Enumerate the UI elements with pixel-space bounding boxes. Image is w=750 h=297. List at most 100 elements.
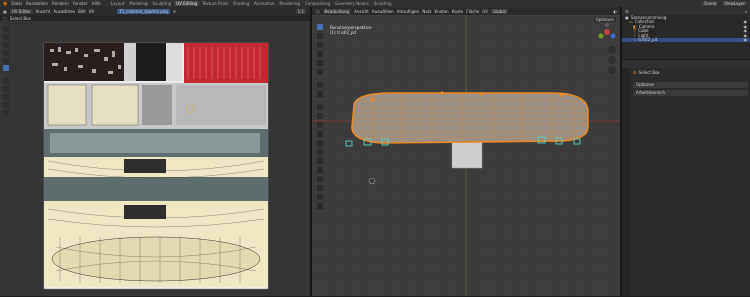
workspace-tab[interactable]: Sculpting xyxy=(151,1,174,6)
uv-menu: Ansicht Auswählen Bild UV xyxy=(36,9,95,14)
visibility-eye-icon[interactable]: ◉ xyxy=(744,37,748,42)
interaction-mode-selector[interactable]: Bearbeitung xyxy=(322,8,352,14)
viewport-menu-item[interactable]: Netz xyxy=(422,9,431,14)
navigation-gizmo[interactable] xyxy=(596,22,618,46)
main-menu: Datei Bearbeiten Rendern Fenster Hilfe xyxy=(11,1,100,6)
shading-icon[interactable]: ◐ xyxy=(614,9,618,14)
vp-scale-tool-button[interactable] xyxy=(317,60,323,66)
image-selector[interactable]: T1_cisterne_sparms.png xyxy=(117,8,170,14)
pinch-tool-button[interactable] xyxy=(3,102,9,108)
workspace-tab[interactable]: Scripting xyxy=(372,1,394,6)
viewport-editor-type-icon[interactable]: ⬡ xyxy=(316,9,320,14)
viewport-menu-item[interactable]: Hinzufügen xyxy=(397,9,420,14)
workspace-tab[interactable]: Modeling xyxy=(127,1,149,6)
uv-menu-item[interactable]: Auswählen xyxy=(53,9,75,14)
annotate-tool-button[interactable] xyxy=(3,78,9,84)
rotate-tool-button[interactable] xyxy=(3,42,9,48)
panel-workspace[interactable]: Arbeitsbereich xyxy=(633,90,748,96)
uv-menu-item[interactable]: UV xyxy=(89,9,95,14)
workspace-tab[interactable]: Shading xyxy=(231,1,251,6)
vp-shrink-tool-button[interactable] xyxy=(317,185,323,191)
workspace-tabs: Layout Modeling Sculpting UV Editing Texture… xyxy=(109,1,394,6)
menu-item[interactable]: Datei xyxy=(11,1,22,6)
close-icon[interactable]: ✕ xyxy=(173,9,176,14)
camera-view-icon[interactable] xyxy=(608,66,616,74)
outliner-row-label: tcis02_pit xyxy=(638,37,658,43)
grab-tool-button[interactable] xyxy=(3,86,9,92)
uv-editor-mode[interactable]: UV Editor xyxy=(9,8,33,14)
viewport-menu-item[interactable]: Kante xyxy=(452,9,464,14)
workspace-tab[interactable]: Texture Paint xyxy=(200,1,230,6)
workspace-tab[interactable]: Compositing xyxy=(303,1,332,6)
viewport-menu-item[interactable]: Knoten xyxy=(435,9,449,14)
select-tool-button[interactable] xyxy=(3,65,9,71)
uv-canvas[interactable] xyxy=(0,21,310,296)
panel-options-label: Optionen xyxy=(636,82,655,87)
menu-item[interactable]: Rendern xyxy=(52,1,69,6)
menu-item[interactable]: Fenster xyxy=(73,1,88,6)
panel-options[interactable]: Optionen xyxy=(633,82,748,88)
vp-transform-tool-button[interactable] xyxy=(317,69,323,75)
workspace-tab[interactable]: Rendering xyxy=(278,1,302,6)
vp-rip-tool-button[interactable] xyxy=(317,203,323,209)
rip-tool-button[interactable] xyxy=(3,110,9,116)
tool-settings-icon[interactable]: ⚙ xyxy=(633,70,637,75)
workspace-tab[interactable]: Geometry Nodes xyxy=(333,1,371,6)
vp-move-tool-button[interactable] xyxy=(317,42,323,48)
uv-editor-header: ▦ UV Editor Ansicht Auswählen Bild UV T1_ci… xyxy=(0,7,310,15)
vp-smooth-tool-button[interactable] xyxy=(317,167,323,173)
blender-logo-icon[interactable]: ◉ xyxy=(3,1,7,7)
outliner-search-icon[interactable]: ⌕ xyxy=(745,9,747,14)
properties-panel: ⚙ Select Box Optionen Arbeitsbereich xyxy=(622,60,750,296)
vp-annotate-tool-button[interactable] xyxy=(317,82,323,88)
relax-tool-button[interactable] xyxy=(3,94,9,100)
editor-type-icon[interactable]: ▦ xyxy=(3,9,7,14)
menu-item[interactable]: Bearbeiten xyxy=(26,1,48,6)
cursor-tool-button[interactable] xyxy=(3,26,9,32)
move-tool-button[interactable] xyxy=(3,34,9,40)
zoom-selector[interactable]: 1:1 xyxy=(295,8,306,14)
vp-select-tool-button[interactable] xyxy=(317,24,323,30)
pan-view-icon[interactable] xyxy=(608,56,616,64)
vp-extrude-tool-button[interactable] xyxy=(317,104,323,110)
vp-cursor-tool-button[interactable] xyxy=(317,33,323,39)
properties-tabs xyxy=(622,68,630,296)
vp-polybuild-tool-button[interactable] xyxy=(317,149,323,155)
vp-spin-tool-button[interactable] xyxy=(317,158,323,164)
viewport-menu: Ansicht Auswählen Hinzufügen Netz Knoten Kant… xyxy=(354,9,488,14)
properties-header-label: Select Box xyxy=(638,70,660,75)
uv-menu-item[interactable]: Bild xyxy=(78,9,86,14)
select-box-icon[interactable]: ⬚ xyxy=(3,16,7,21)
viewport-menu-item[interactable]: Auswählen xyxy=(372,9,394,14)
workspace-tab[interactable]: UV Editing xyxy=(174,1,200,6)
vp-edge-slide-tool-button[interactable] xyxy=(317,176,323,182)
viewport-menu-item[interactable]: Ansicht xyxy=(354,9,369,14)
vp-loopcut-tool-button[interactable] xyxy=(317,131,323,137)
vp-bevel-tool-button[interactable] xyxy=(317,122,323,128)
transform-orientation-selector[interactable]: Global xyxy=(491,8,508,14)
scene-selector[interactable]: Scene xyxy=(702,1,719,6)
menu-item[interactable]: Hilfe xyxy=(92,1,101,6)
viewport-menu-item[interactable]: Fläche xyxy=(466,9,479,14)
vp-rotate-tool-button[interactable] xyxy=(317,51,323,57)
view-layer-selector[interactable]: ViewLayer xyxy=(722,1,747,6)
workspace-tab[interactable]: Animation xyxy=(252,1,276,6)
transform-tool-button[interactable] xyxy=(3,58,9,64)
mesh-icon: ▽ xyxy=(633,37,637,43)
viewport-menu-item[interactable]: UV xyxy=(482,9,488,14)
mesh-view xyxy=(312,15,620,296)
vp-shear-tool-button[interactable] xyxy=(317,194,323,200)
scale-tool-button[interactable] xyxy=(3,50,9,56)
viewport-header: ⬡ Bearbeitung Ansicht Auswählen Hinzufügen… xyxy=(312,7,620,15)
outliner-editor-icon[interactable]: ☰ xyxy=(625,9,629,14)
top-bar: ◉ Datei Bearbeiten Rendern Fenster Hilfe Lay… xyxy=(0,0,750,7)
vp-inset-tool-button[interactable] xyxy=(317,113,323,119)
uv-menu-item[interactable]: Ansicht xyxy=(36,9,51,14)
zoom-view-icon[interactable] xyxy=(608,46,616,54)
viewport-3d[interactable]: Benutzerperspektive (1) tcis02_pit Optio… xyxy=(312,15,620,296)
outliner-row[interactable]: ▽ tcis02_pit ◉ xyxy=(622,37,750,43)
vp-knife-tool-button[interactable] xyxy=(317,140,323,146)
workspace-tab[interactable]: Layout xyxy=(109,1,127,6)
select-mode-label[interactable]: Select Box xyxy=(10,16,31,21)
vp-measure-tool-button[interactable] xyxy=(317,91,323,97)
